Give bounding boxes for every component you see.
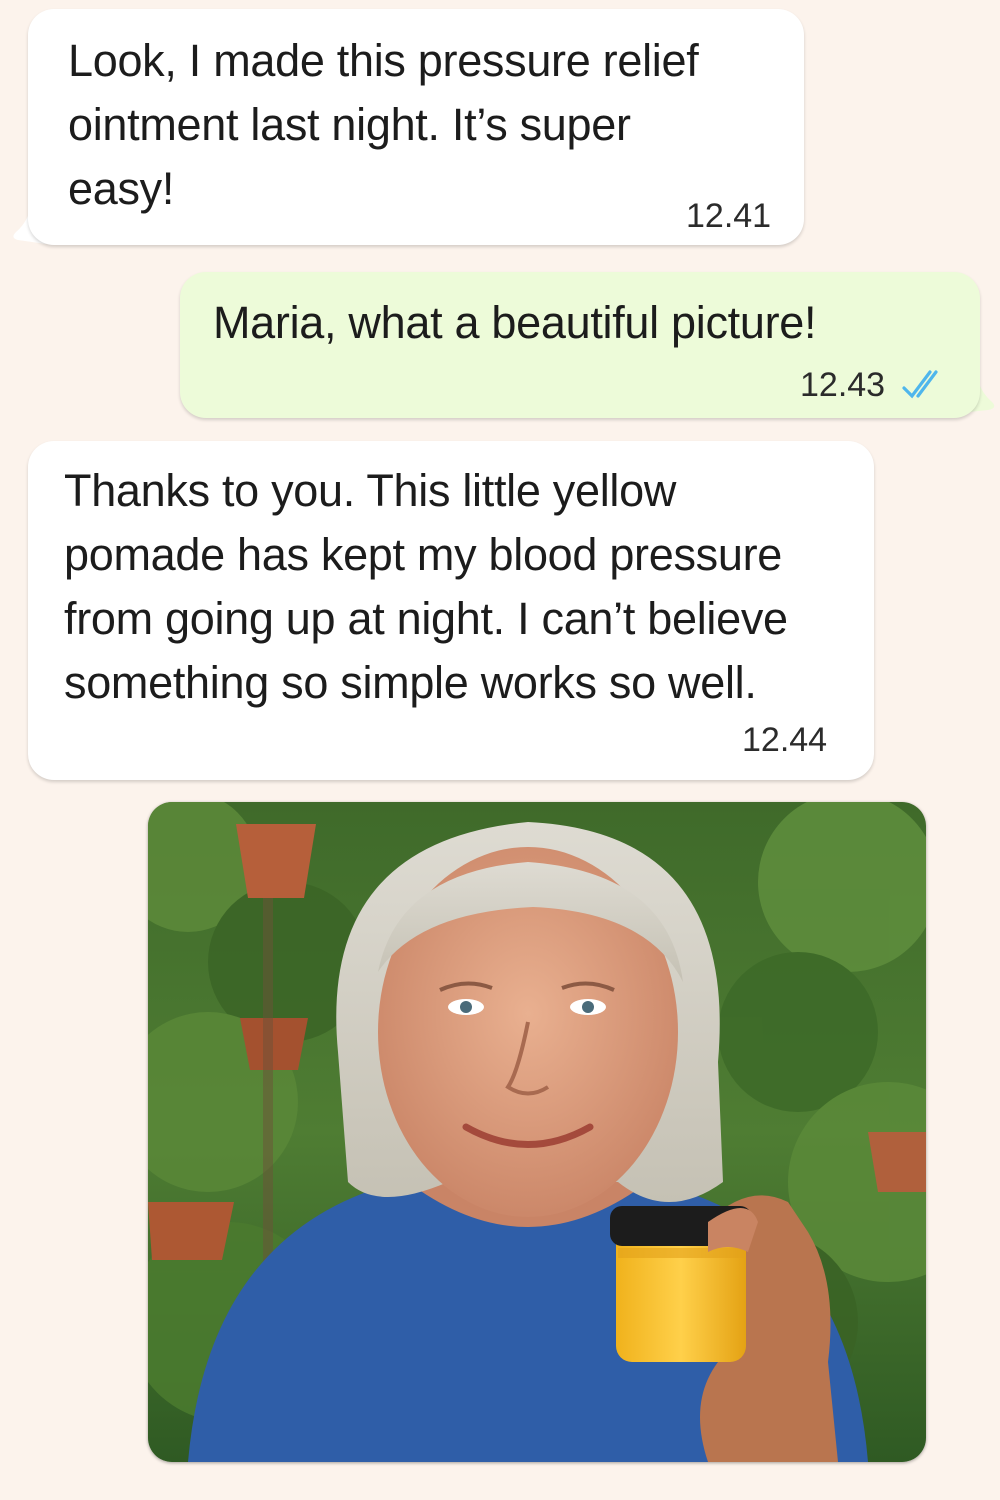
message-text: Thanks to you. This little yellow pomade… — [64, 465, 788, 708]
message-text: Look, I made this pressure relief ointme… — [68, 35, 699, 214]
incoming-message[interactable]: Look, I made this pressure relief ointme… — [28, 9, 804, 245]
outgoing-message[interactable]: Maria, what a beautiful picture! 12.43 — [180, 272, 980, 418]
incoming-message[interactable]: Thanks to you. This little yellow pomade… — [28, 441, 874, 780]
message-timestamp: 12.43 — [800, 366, 886, 404]
image-message-photo[interactable] — [148, 802, 926, 1462]
message-timestamp: 12.44 — [742, 721, 828, 759]
woman-holding-ointment-jar-image — [148, 802, 926, 1462]
message-timestamp: 12.41 — [686, 197, 772, 235]
message-text: Maria, what a beautiful picture! — [213, 297, 817, 348]
double-check-icon — [902, 370, 938, 399]
